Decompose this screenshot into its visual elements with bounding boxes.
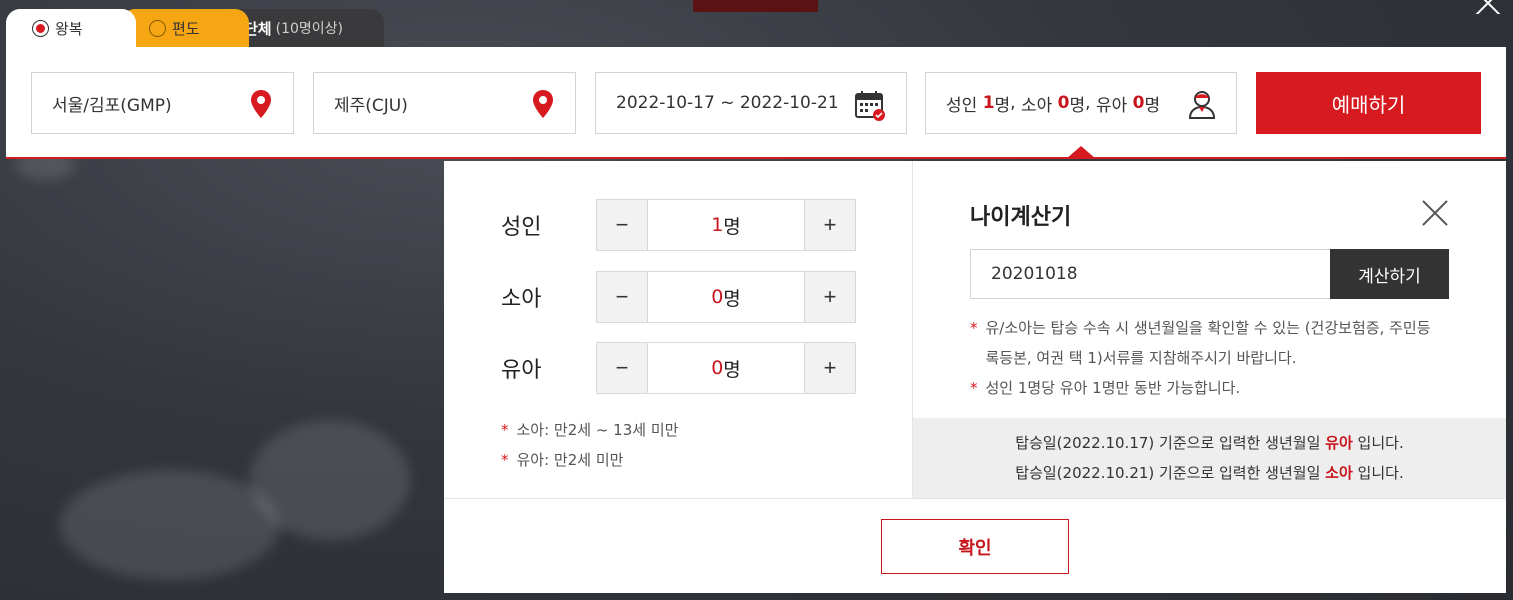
note-item: * 성인 1명당 유아 1명만 동반 가능합니다. bbox=[970, 379, 1241, 397]
dropdown-pointer bbox=[1066, 146, 1096, 159]
pax-child-count: 0 bbox=[1057, 93, 1070, 113]
child-plus-button[interactable]: + bbox=[805, 272, 855, 322]
radio-icon bbox=[149, 19, 166, 37]
adult-count: 1명 bbox=[647, 200, 805, 250]
background-banner bbox=[693, 0, 818, 12]
pax-adult-label: 성인 bbox=[946, 95, 978, 116]
tab-one-way[interactable]: 편도 bbox=[121, 9, 249, 47]
age-result-box: 탑승일(2022.10.17) 기준으로 입력한 생년월일 유아 입니다. 탑승… bbox=[913, 418, 1506, 498]
adult-plus-button[interactable]: + bbox=[805, 200, 855, 250]
age-calculator-title: 나이계산기 bbox=[970, 205, 1072, 230]
close-icon[interactable] bbox=[1471, 0, 1507, 14]
pax-child-label: 소아 bbox=[1020, 95, 1053, 116]
pax-unit: 명 bbox=[1069, 95, 1086, 116]
age-notes: * 소아: 만2세 ~ 13세 미만 * 유아: 만2세 미만 bbox=[501, 415, 678, 475]
note-item: * 유아: 만2세 미만 bbox=[501, 451, 624, 469]
adult-minus-button[interactable]: − bbox=[597, 200, 647, 250]
panel-footer: 확인 bbox=[444, 498, 1506, 593]
calculate-button[interactable]: 계산하기 bbox=[1330, 249, 1449, 299]
destination-value: 제주(CJU) bbox=[334, 95, 408, 116]
origin-value: 서울/김포(GMP) bbox=[52, 95, 172, 116]
pax-unit: 명 bbox=[1144, 95, 1161, 116]
confirm-button[interactable]: 확인 bbox=[881, 519, 1069, 574]
adult-label: 성인 bbox=[501, 215, 542, 240]
pax-infant-label: 유아 bbox=[1095, 95, 1128, 116]
infant-stepper: − 0명 + bbox=[596, 342, 856, 394]
result-line: 탑승일(2022.10.17) 기준으로 입력한 생년월일 유아 입니다. bbox=[1015, 434, 1404, 452]
origin-field[interactable]: 서울/김포(GMP) bbox=[31, 72, 294, 134]
infant-count: 0명 bbox=[647, 343, 805, 393]
calendar-icon bbox=[855, 91, 885, 121]
note-item: * 소아: 만2세 ~ 13세 미만 bbox=[501, 421, 679, 439]
tab-group[interactable]: 단체 (10명이상) bbox=[226, 9, 384, 47]
pax-unit: 명 bbox=[994, 95, 1011, 116]
destination-field[interactable]: 제주(CJU) bbox=[313, 72, 576, 134]
tab-label: 왕복 bbox=[55, 19, 83, 38]
background-cloud bbox=[60, 470, 280, 580]
close-icon[interactable] bbox=[1421, 199, 1449, 227]
tab-round-trip[interactable]: 왕복 bbox=[6, 9, 136, 47]
birthdate-input[interactable] bbox=[970, 249, 1331, 299]
note-item: * 유/소아는 탑승 수속 시 생년월일을 확인할 수 있는 (건강보험증, 주민… bbox=[970, 319, 1431, 367]
passenger-field[interactable]: 성인 1명, 소아 0명, 유아 0명 bbox=[925, 72, 1237, 134]
search-bar: 서울/김포(GMP) 제주(CJU) 2022-10-17 ~ 2022-10-… bbox=[6, 47, 1506, 159]
infant-plus-button[interactable]: + bbox=[805, 343, 855, 393]
infant-minus-button[interactable]: − bbox=[597, 343, 647, 393]
tab-sublabel: (10명이상) bbox=[275, 21, 343, 37]
child-stepper: − 0명 + bbox=[596, 271, 856, 323]
child-row: 소아 − 0명 + bbox=[501, 271, 856, 323]
background-cloud bbox=[250, 420, 410, 540]
pax-infant-count: 0 bbox=[1132, 93, 1145, 113]
date-value: 2022-10-17 ~ 2022-10-21 bbox=[616, 93, 839, 113]
location-pin-icon bbox=[251, 90, 271, 118]
tab-label: 편도 bbox=[172, 19, 200, 38]
person-icon bbox=[1188, 91, 1216, 119]
infant-row: 유아 − 0명 + bbox=[501, 342, 856, 394]
passenger-panel: 성인 − 1명 + 소아 − 0명 + 유아 − 0명 + *소아: 만2세 bbox=[444, 161, 1506, 593]
adult-row: 성인 − 1명 + bbox=[501, 199, 856, 251]
result-line: 탑승일(2022.10.21) 기준으로 입력한 생년월일 소아 입니다. bbox=[1015, 464, 1404, 482]
age-calculator-notes: * 유/소아는 탑승 수속 시 생년월일을 확인할 수 있는 (건강보험증, 주민… bbox=[970, 313, 1440, 403]
child-label: 소아 bbox=[501, 287, 542, 312]
infant-label: 유아 bbox=[501, 358, 542, 383]
date-field[interactable]: 2022-10-17 ~ 2022-10-21 bbox=[595, 72, 907, 134]
reserve-button[interactable]: 예매하기 bbox=[1256, 72, 1481, 134]
location-pin-icon bbox=[533, 90, 553, 118]
radio-selected-icon bbox=[32, 19, 49, 37]
adult-stepper: − 1명 + bbox=[596, 199, 856, 251]
age-calculator-section: 나이계산기 계산하기 *유/소아는 탑승 수속 시 생년월일을 확인할 수 있는… bbox=[913, 161, 1506, 498]
trip-type-tabs: 왕복 편도 단체 (10명이상) bbox=[6, 9, 396, 47]
child-count: 0명 bbox=[647, 272, 805, 322]
pax-adult-count: 1 bbox=[982, 93, 995, 113]
passenger-count-section: 성인 − 1명 + 소아 − 0명 + 유아 − 0명 + *소아: 만2세 bbox=[444, 161, 913, 498]
child-minus-button[interactable]: − bbox=[597, 272, 647, 322]
